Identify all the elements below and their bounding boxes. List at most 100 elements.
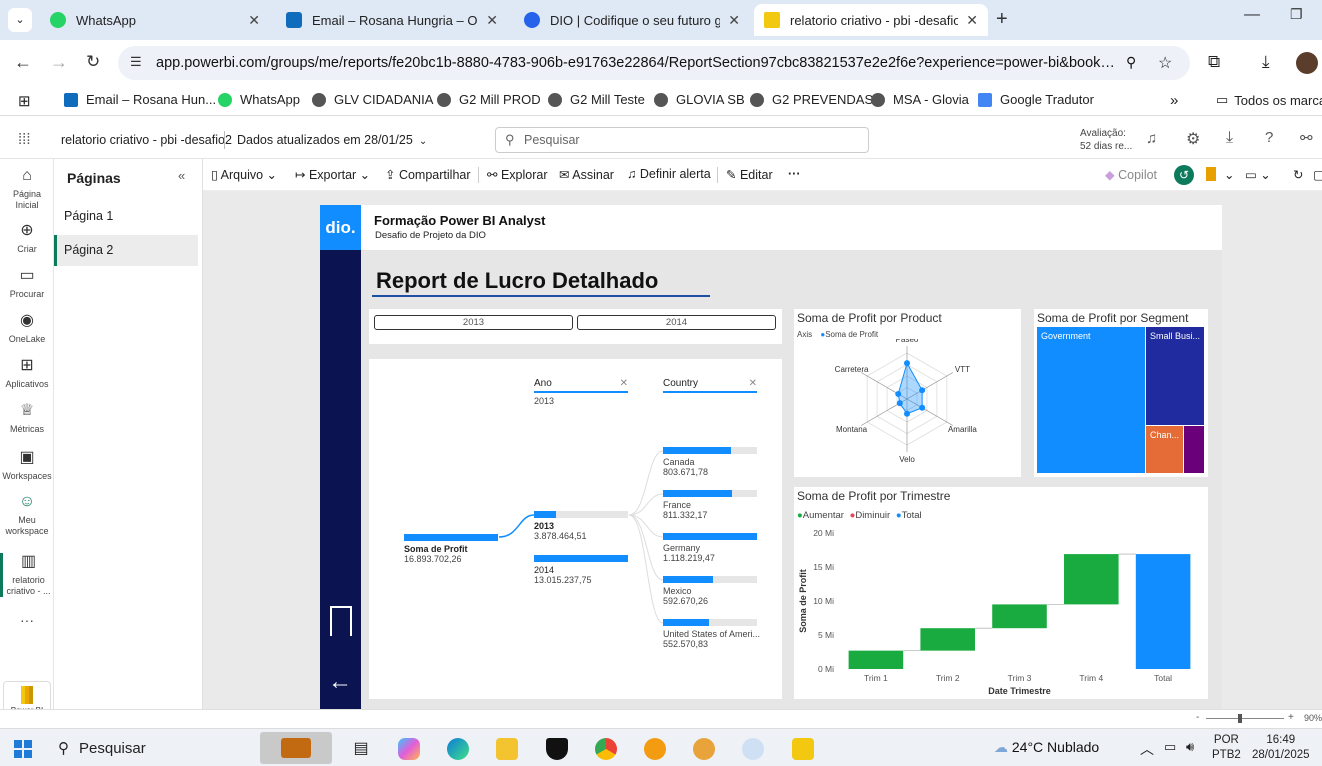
new-tab-button[interactable]: + [996, 8, 1008, 31]
rail-home[interactable]: ⌂ Página Inicial [0, 167, 54, 211]
weather-widget[interactable]: ☁ 24°C Nublado [994, 739, 1099, 756]
tray-chevron-icon[interactable]: ︿ [1140, 739, 1154, 759]
chrome-icon[interactable] [595, 738, 617, 760]
page-2-item[interactable]: Página 2 [54, 235, 198, 266]
bookmark-dropdown[interactable]: ⌄ [1224, 167, 1234, 182]
minimize-button[interactable]: — [1244, 6, 1260, 24]
site-info-icon[interactable]: ☰ [130, 54, 142, 70]
search-input[interactable]: ⚲ Pesquisar [495, 127, 869, 153]
rail-my-workspace[interactable]: ☺ Meu workspace [0, 493, 54, 537]
rail-create[interactable]: ⊕ Criar [0, 222, 54, 255]
file-menu[interactable]: ▯ Arquivo ⌄ [211, 167, 277, 182]
tab-dio[interactable]: DIO | Codifique o seu futuro glo ✕ [514, 4, 750, 36]
bookmark-g2-prod[interactable]: G2 Mill PROD [437, 92, 541, 107]
slicer-2013-button[interactable]: 2013 [374, 315, 573, 330]
collapse-pane-icon[interactable]: « [178, 168, 185, 183]
all-bookmarks-folder[interactable]: ▭ Todos os marca [1216, 92, 1322, 108]
copilot-app-icon[interactable] [398, 738, 420, 760]
bell-icon[interactable]: ♫ [1146, 130, 1157, 147]
year-node-2014[interactable]: 2014 13.015.237,75 [534, 555, 628, 585]
apps-grid-icon[interactable]: ⊞ [18, 92, 31, 110]
more-options-button[interactable]: ··· [788, 167, 801, 181]
app-lock-icon[interactable] [693, 738, 715, 760]
country-node[interactable]: Mexico 592.670,26 [663, 576, 757, 606]
gear-icon[interactable]: ⚙ [1186, 129, 1200, 149]
bookmarks-overflow-button[interactable]: » [1170, 92, 1178, 109]
edit-button[interactable]: ✎ Editar [726, 167, 773, 182]
explore-button[interactable]: ⚯ Explorar [487, 167, 548, 182]
country-node[interactable]: Germany 1.118.219,47 [663, 533, 757, 563]
trial-status[interactable]: Avaliação: 52 dias re... [1080, 127, 1132, 153]
rail-current-report[interactable]: ▥ relatorio criativo - ... [0, 553, 54, 597]
rail-apps[interactable]: ⊞ Aplicativos [0, 357, 54, 390]
snipping-tool-icon[interactable] [742, 738, 764, 760]
bookmark-glv[interactable]: GLV CIDADANIA [312, 92, 433, 107]
url-field[interactable]: ☰ app.powerbi.com/groups/me/reports/fe20… [118, 46, 1190, 80]
reload-icon[interactable]: ↻ [86, 52, 100, 72]
subscribe-button[interactable]: ✉ Assinar [559, 167, 614, 182]
windows-start-icon[interactable] [14, 740, 32, 758]
bookmark-icon[interactable] [1206, 167, 1216, 181]
tab-whatsapp[interactable]: WhatsApp ✕ [40, 4, 270, 36]
country-node[interactable]: Canada 803.671,78 [663, 447, 757, 477]
treemap-channel[interactable]: Chan... [1146, 426, 1183, 473]
bookmark-glovia[interactable]: GLOVIA SB [654, 92, 745, 107]
file-explorer-icon[interactable] [496, 738, 518, 760]
back-arrow-icon[interactable]: ← [328, 668, 352, 696]
rail-workspaces[interactable]: ▣ Workspaces [0, 449, 54, 482]
app-launcher-icon[interactable]: ⁞⁞⁞ [18, 131, 31, 148]
bookmark-msa[interactable]: MSA - Glovia [871, 92, 969, 107]
share-button[interactable]: ⇪ Compartilhar [385, 167, 471, 182]
country-node[interactable]: United States of Ameri... 552.570,83 [663, 619, 760, 649]
zoom-icon[interactable]: ⚲ [1126, 54, 1136, 71]
briefcase-icon[interactable] [260, 732, 332, 764]
rail-browse[interactable]: ▭ Procurar [0, 267, 54, 300]
edge-icon[interactable] [447, 738, 469, 760]
reset-icon[interactable]: ↺ [1174, 165, 1194, 185]
bookmark-whatsapp[interactable]: WhatsApp [218, 92, 300, 107]
view-icon[interactable]: ▭ ⌄ [1245, 167, 1271, 182]
copilot-button[interactable]: ◆ Copilot [1105, 167, 1157, 182]
star-icon[interactable]: ☆ [1158, 53, 1172, 73]
network-icon[interactable]: ▭ [1164, 739, 1176, 755]
security-icon[interactable] [546, 738, 568, 760]
close-tab-icon[interactable]: ✕ [728, 12, 740, 29]
bookmark-translate[interactable]: Google Tradutor [978, 92, 1094, 107]
root-node[interactable]: Soma de Profit 16.893.702,26 [404, 534, 498, 564]
refresh-icon[interactable]: ↻ [1293, 167, 1303, 182]
treemap-government[interactable]: Government [1037, 327, 1145, 473]
bookmark-prevendas[interactable]: G2 PREVENDAS [750, 92, 873, 107]
comment-icon[interactable]: ▢ [1313, 167, 1322, 182]
data-updated-dropdown[interactable]: Dados atualizados em 28/01/25 ⌄ [237, 133, 427, 147]
page-1-item[interactable]: Página 1 [54, 203, 198, 233]
maximize-button[interactable]: ❐ [1290, 6, 1303, 23]
treemap-other[interactable] [1184, 426, 1204, 473]
rail-metrics[interactable]: ♕ Métricas [0, 402, 54, 435]
extensions-icon[interactable]: ⧉ [1208, 52, 1220, 72]
set-alert-button[interactable]: ♫ Definir alerta [627, 167, 711, 181]
close-tab-icon[interactable]: ✕ [966, 12, 978, 29]
taskbar-search[interactable]: ⚲ Pesquisar [50, 735, 250, 761]
language-indicator[interactable]: POR PTB2 [1212, 733, 1241, 763]
forward-icon[interactable]: → [50, 52, 68, 73]
close-tab-icon[interactable]: ✕ [248, 12, 260, 29]
report-name[interactable]: relatorio criativo - pbi -desafio2 [61, 133, 232, 147]
close-tab-icon[interactable]: ✕ [486, 12, 498, 29]
zoom-slider[interactable] [1206, 718, 1284, 719]
back-icon[interactable]: ← [14, 52, 32, 73]
volume-icon[interactable]: 🔊︎ [1186, 739, 1194, 755]
bookmark-outlook[interactable]: Email – Rosana Hun... [64, 92, 216, 107]
share-icon[interactable]: ⚯ [1300, 129, 1313, 147]
help-icon[interactable]: ? [1265, 129, 1273, 146]
zoom-out-button[interactable]: - [1196, 712, 1199, 723]
export-menu[interactable]: ↦ Exportar ⌄ [295, 167, 370, 182]
bookmark-g2-teste[interactable]: G2 Mill Teste [548, 92, 645, 107]
tab-outlook[interactable]: Email – Rosana Hungria – Outlo ✕ [276, 4, 508, 36]
task-view-icon[interactable]: ▤ [350, 738, 372, 760]
download-icon[interactable]: ⤓ [1262, 52, 1270, 72]
tab-powerbi[interactable]: relatorio criativo - pbi -desafio2 ✕ [754, 4, 988, 36]
more-icon[interactable]: ··· [0, 613, 54, 627]
app-orange-icon[interactable] [644, 738, 666, 760]
bookmark-nav-icon[interactable] [330, 606, 352, 636]
slicer-2014-button[interactable]: 2014 [577, 315, 776, 330]
